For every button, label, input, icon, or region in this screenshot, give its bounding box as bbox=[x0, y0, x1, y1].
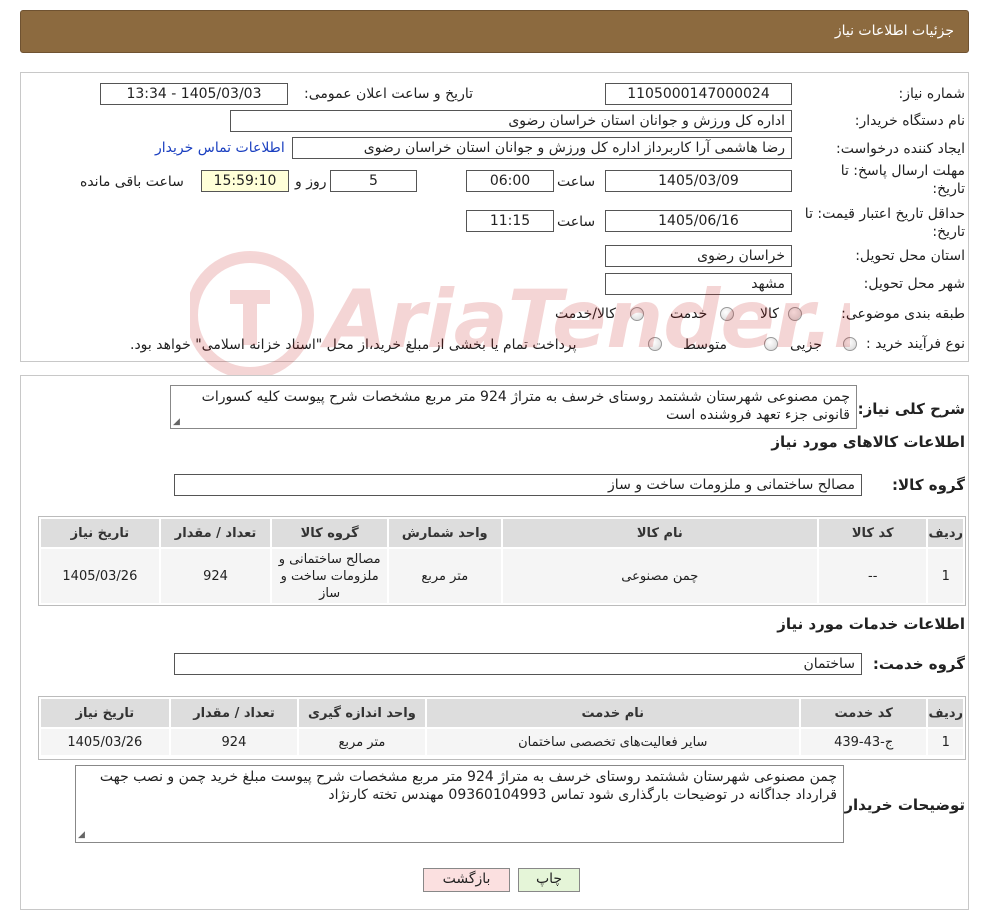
deadline-label-2: تاریخ: bbox=[932, 181, 965, 197]
description-textarea: چمن مصنوعی شهرستان ششتمد روستای خرسف به … bbox=[170, 385, 857, 429]
process-option-minor: جزیی bbox=[790, 337, 822, 353]
services-cell-date: 1405/03/26 bbox=[39, 727, 171, 757]
services-col-unit: واحد اندازه گیری bbox=[297, 697, 427, 729]
category-label: طبقه بندی موضوعی: bbox=[841, 306, 965, 322]
goods-col-unit: واحد شمارش bbox=[386, 517, 503, 549]
need-number-label: شماره نیاز: bbox=[898, 86, 966, 102]
services-section-title: اطلاعات خدمات مورد نیاز bbox=[777, 615, 965, 633]
city-label: شهر محل تحویل: bbox=[863, 276, 965, 292]
deadline-time-field: 06:00 bbox=[466, 170, 554, 192]
category-option-goods: کالا bbox=[760, 306, 779, 322]
buyer-org-field: اداره کل ورزش و جوانان استان خراسان رضوی bbox=[230, 110, 792, 132]
remaining-time-field: 15:59:10 bbox=[201, 170, 289, 192]
announce-label: تاریخ و ساعت اعلان عمومی: bbox=[304, 86, 473, 102]
validity-time-label: ساعت bbox=[557, 214, 596, 230]
services-table: ردیف کد خدمت نام خدمت واحد اندازه گیری ت… bbox=[39, 697, 965, 757]
days-label: روز و bbox=[295, 174, 327, 190]
services-cell-qty: 924 bbox=[168, 727, 300, 757]
remaining-label: ساعت باقی مانده bbox=[80, 174, 184, 190]
goods-cell-unit: متر مربع bbox=[386, 547, 503, 605]
services-col-name: نام خدمت bbox=[424, 697, 801, 729]
back-button[interactable]: بازگشت bbox=[423, 868, 510, 892]
days-field: 5 bbox=[330, 170, 417, 192]
validity-date-field: 1405/06/16 bbox=[605, 210, 792, 232]
process-radio-medium[interactable] bbox=[764, 337, 778, 351]
table-row: 1 -- چمن مصنوعی متر مربع مصالح ساختمانی … bbox=[39, 547, 965, 605]
goods-cell-name: چمن مصنوعی bbox=[500, 547, 819, 605]
goods-col-group: گروه کالا bbox=[270, 517, 389, 549]
deadline-label-1: مهلت ارسال پاسخ: تا bbox=[840, 163, 965, 179]
services-cell-name: سایر فعالیت‌های تخصصی ساختمان bbox=[424, 727, 801, 757]
services-col-row: ردیف bbox=[926, 697, 965, 729]
announce-field: 1405/03/03 - 13:34 bbox=[100, 83, 288, 105]
resize-grip-icon[interactable]: ◢ bbox=[78, 830, 85, 840]
services-col-code: کد خدمت bbox=[798, 697, 929, 729]
buyer-contact-link[interactable]: اطلاعات تماس خریدار bbox=[155, 140, 285, 156]
process-radio-minor[interactable] bbox=[843, 337, 857, 351]
buyer-notes-label: توضیحات خریدار: bbox=[838, 796, 965, 814]
goods-cell-date: 1405/03/26 bbox=[39, 547, 161, 605]
goods-cell-group: مصالح ساختمانی و ملزومات ساخت و ساز bbox=[270, 547, 389, 605]
goods-col-qty: تعداد / مقدار bbox=[158, 517, 273, 549]
print-button[interactable]: چاپ bbox=[518, 868, 580, 892]
requester-label: ایجاد کننده درخواست: bbox=[836, 141, 965, 157]
category-radio-goods-service[interactable] bbox=[630, 307, 644, 321]
category-option-goods-service: کالا/خدمت bbox=[555, 306, 616, 322]
page-title: جزئیات اطلاعات نیاز bbox=[834, 23, 954, 39]
buyer-org-label: نام دستگاه خریدار: bbox=[854, 113, 965, 129]
deadline-date-field: 1405/03/09 bbox=[605, 170, 792, 192]
services-col-qty: تعداد / مقدار bbox=[168, 697, 300, 729]
need-number-field: 1105000147000024 bbox=[605, 83, 792, 105]
goods-group-field: مصالح ساختمانی و ملزومات ساخت و ساز bbox=[174, 474, 862, 496]
table-row: 1 ج-43-439 سایر فعالیت‌های تخصصی ساختمان… bbox=[39, 727, 965, 757]
buyer-notes-textarea: چمن مصنوعی شهرستان ششتمد روستای خرسف به … bbox=[75, 765, 844, 843]
category-radio-service[interactable] bbox=[720, 307, 734, 321]
validity-label-2: تاریخ: bbox=[932, 224, 965, 240]
deadline-time-label: ساعت bbox=[557, 174, 596, 190]
services-cell-unit: متر مربع bbox=[297, 727, 427, 757]
page-header: جزئیات اطلاعات نیاز bbox=[20, 10, 969, 53]
validity-label-1: حداقل تاریخ اعتبار قیمت: تا bbox=[804, 206, 965, 222]
goods-table: ردیف کد کالا نام کالا واحد شمارش گروه کا… bbox=[39, 517, 965, 605]
services-group-field: ساختمان bbox=[174, 653, 862, 675]
description-label: شرح کلی نیاز: bbox=[857, 400, 965, 418]
resize-grip-icon[interactable]: ◢ bbox=[173, 417, 180, 427]
goods-cell-qty: 924 bbox=[158, 547, 273, 605]
province-label: استان محل تحویل: bbox=[855, 248, 965, 264]
province-field: خراسان رضوی bbox=[605, 245, 792, 267]
goods-col-name: نام کالا bbox=[500, 517, 819, 549]
goods-section-title: اطلاعات کالاهای مورد نیاز bbox=[771, 433, 965, 451]
category-radio-goods[interactable] bbox=[788, 307, 802, 321]
process-option-medium: متوسط bbox=[683, 337, 727, 353]
process-note: پرداخت تمام یا بخشی از مبلغ خرید،از محل … bbox=[130, 337, 577, 353]
category-option-service: خدمت bbox=[670, 306, 708, 322]
services-cell-row: 1 bbox=[926, 727, 965, 757]
city-field: مشهد bbox=[605, 273, 792, 295]
goods-col-date: تاریخ نیاز bbox=[39, 517, 161, 549]
goods-cell-row: 1 bbox=[926, 547, 965, 605]
services-cell-code: ج-43-439 bbox=[798, 727, 929, 757]
validity-time-field: 11:15 bbox=[466, 210, 554, 232]
process-label: نوع فرآیند خرید : bbox=[866, 336, 965, 352]
services-col-date: تاریخ نیاز bbox=[39, 697, 171, 729]
goods-cell-code: -- bbox=[816, 547, 929, 605]
goods-group-label: گروه کالا: bbox=[892, 476, 965, 494]
services-group-label: گروه خدمت: bbox=[872, 655, 965, 673]
goods-col-code: کد کالا bbox=[816, 517, 929, 549]
goods-col-row: ردیف bbox=[926, 517, 965, 549]
process-radio-treasury[interactable] bbox=[648, 337, 662, 351]
requester-field: رضا هاشمی آرا کاربرداز اداره کل ورزش و ج… bbox=[292, 137, 792, 159]
